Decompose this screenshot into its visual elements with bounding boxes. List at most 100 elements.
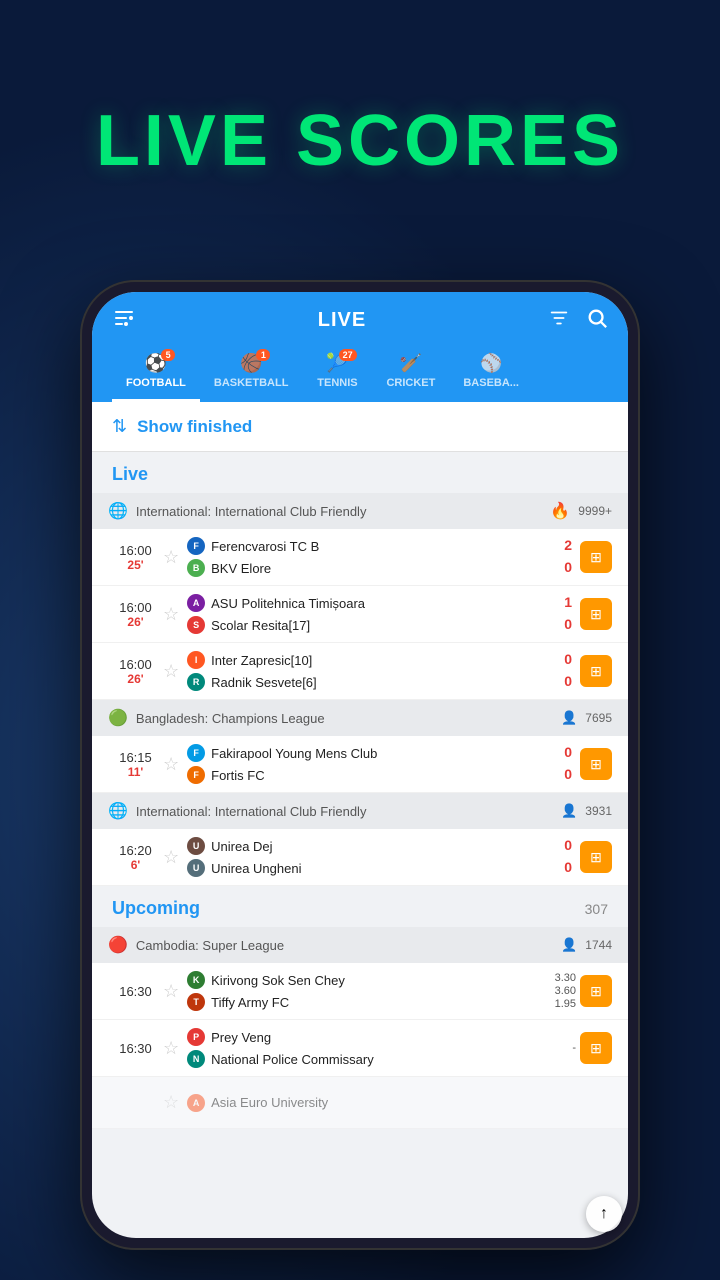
tab-tennis[interactable]: 🎾 27 TENNIS (302, 345, 372, 402)
content-area: ⇅ Show finished Live 🌐 International: In… (92, 402, 628, 1129)
globe-icon: 🌐 (108, 501, 128, 521)
favorite-button[interactable]: ☆ (163, 981, 179, 1002)
match-time: 16:00 (108, 543, 163, 558)
team-name: Unirea Ungheni (211, 861, 301, 876)
filter-icon[interactable] (112, 306, 136, 335)
search-button[interactable] (586, 307, 608, 334)
show-finished-bar[interactable]: ⇅ Show finished (92, 402, 628, 452)
team-logo: B (187, 559, 205, 577)
action-button[interactable]: ⊞ (580, 598, 612, 630)
basketball-badge: 1 (256, 349, 270, 361)
score: 1 (564, 593, 572, 613)
teams-col: U Unirea Dej U Unirea Ungheni (187, 829, 556, 885)
action-button[interactable]: ⊞ (580, 748, 612, 780)
teams-col: F Fakirapool Young Mens Club F Fortis FC (187, 736, 556, 792)
favorite-button[interactable]: ☆ (163, 754, 179, 775)
tab-baseball[interactable]: ⚾ BASEBA... (449, 345, 533, 402)
odds-2: 1.95 (555, 998, 576, 1010)
match-time: 16:30 (108, 984, 163, 999)
team-logo: U (187, 859, 205, 877)
action-button[interactable]: ⊞ (580, 975, 612, 1007)
team-row: F Fakirapool Young Mens Club (187, 742, 556, 764)
basketball-icon: 🏀 1 (240, 353, 262, 374)
upcoming-section-header: Upcoming 307 (92, 886, 628, 927)
team-row: B BKV Elore (187, 557, 556, 579)
viewers-icon: 👤 (561, 803, 577, 819)
live-section-title: Live (112, 464, 148, 484)
score: 0 (564, 615, 572, 635)
favorite-button[interactable]: ☆ (163, 604, 179, 625)
teams-col: F Ferencvarosi TC B B BKV Elore (187, 529, 556, 585)
league-viewers: 3931 (585, 804, 612, 818)
app-title: LIVE SCORES (0, 100, 720, 182)
odds-col: 3.30 3.60 1.95 (555, 972, 576, 1010)
baseball-label: BASEBA... (463, 377, 519, 389)
favorite-button[interactable]: ☆ (163, 1038, 179, 1059)
match-time-col: 16:00 26' (108, 657, 163, 686)
team-name: Kirivong Sok Sen Chey (211, 973, 345, 988)
team-name: Tiffy Army FC (211, 995, 289, 1010)
upcoming-count: 307 (585, 901, 608, 917)
upcoming-title: Upcoming (112, 898, 200, 919)
team-logo: A (187, 1094, 205, 1112)
team-logo: F (187, 744, 205, 762)
favorite-button[interactable]: ☆ (163, 547, 179, 568)
cambodia-icon: 🔴 (108, 935, 128, 955)
favorite-button[interactable]: ☆ (163, 847, 179, 868)
scroll-to-top-button[interactable]: ↑ (586, 1196, 622, 1232)
team-name: Prey Veng (211, 1030, 271, 1045)
match-time-col: 16:20 6' (108, 843, 163, 872)
score: 0 (564, 836, 572, 856)
baseball-icon: ⚾ (480, 353, 502, 374)
app-header: LIVE (92, 292, 628, 402)
team-row: T Tiffy Army FC (187, 991, 554, 1013)
tennis-label: TENNIS (317, 377, 357, 389)
team-logo: F (187, 537, 205, 555)
filter-button[interactable] (548, 307, 570, 334)
tennis-icon: 🎾 27 (326, 353, 348, 374)
action-button[interactable]: ⊞ (580, 541, 612, 573)
team-row: U Unirea Dej (187, 835, 556, 857)
league-name: Cambodia: Super League (136, 938, 553, 953)
scores-col: 0 0 (564, 743, 572, 784)
team-name: BKV Elore (211, 561, 271, 576)
team-logo: S (187, 616, 205, 634)
team-logo: N (187, 1050, 205, 1068)
team-row: I Inter Zapresic[10] (187, 649, 556, 671)
viewers-icon: 👤 (561, 710, 577, 726)
teams-col: P Prey Veng N National Police Commissary (187, 1020, 572, 1076)
tab-cricket[interactable]: 🏏 CRICKET (372, 345, 449, 402)
action-button[interactable]: ⊞ (580, 655, 612, 687)
phone-body: LIVE (80, 280, 640, 1250)
tab-basketball[interactable]: 🏀 1 BASKETBALL (200, 345, 303, 402)
match-time-col: 16:00 25' (108, 543, 163, 572)
show-finished-label: Show finished (137, 417, 252, 437)
league-viewers: 9999+ (578, 504, 612, 518)
teams-col: A Asia Euro University (187, 1086, 612, 1120)
league-viewers: 1744 (585, 938, 612, 952)
tennis-badge: 27 (339, 349, 357, 361)
match-minute: 26' (108, 672, 163, 686)
team-logo: U (187, 837, 205, 855)
team-row: N National Police Commissary (187, 1048, 572, 1070)
score: 0 (564, 743, 572, 763)
match-time-col: 16:30 (108, 1041, 163, 1056)
team-logo: R (187, 673, 205, 691)
odds-1: - (572, 1042, 576, 1054)
tab-football[interactable]: ⚽ 5 FOOTBALL (112, 345, 200, 402)
team-row: S Scolar Resita[17] (187, 614, 556, 636)
favorite-button[interactable]: ☆ (163, 1092, 179, 1113)
score: 0 (564, 672, 572, 692)
action-button[interactable]: ⊞ (580, 841, 612, 873)
team-row: P Prey Veng (187, 1026, 572, 1048)
team-row: K Kirivong Sok Sen Chey (187, 969, 554, 991)
football-badge: 5 (161, 349, 175, 361)
team-logo: T (187, 993, 205, 1011)
team-name: Fakirapool Young Mens Club (211, 746, 377, 761)
team-logo: A (187, 594, 205, 612)
basketball-label: BASKETBALL (214, 377, 289, 389)
favorite-button[interactable]: ☆ (163, 661, 179, 682)
team-name: Scolar Resita[17] (211, 618, 310, 633)
action-button[interactable]: ⊞ (580, 1032, 612, 1064)
header-title: LIVE (318, 309, 366, 332)
